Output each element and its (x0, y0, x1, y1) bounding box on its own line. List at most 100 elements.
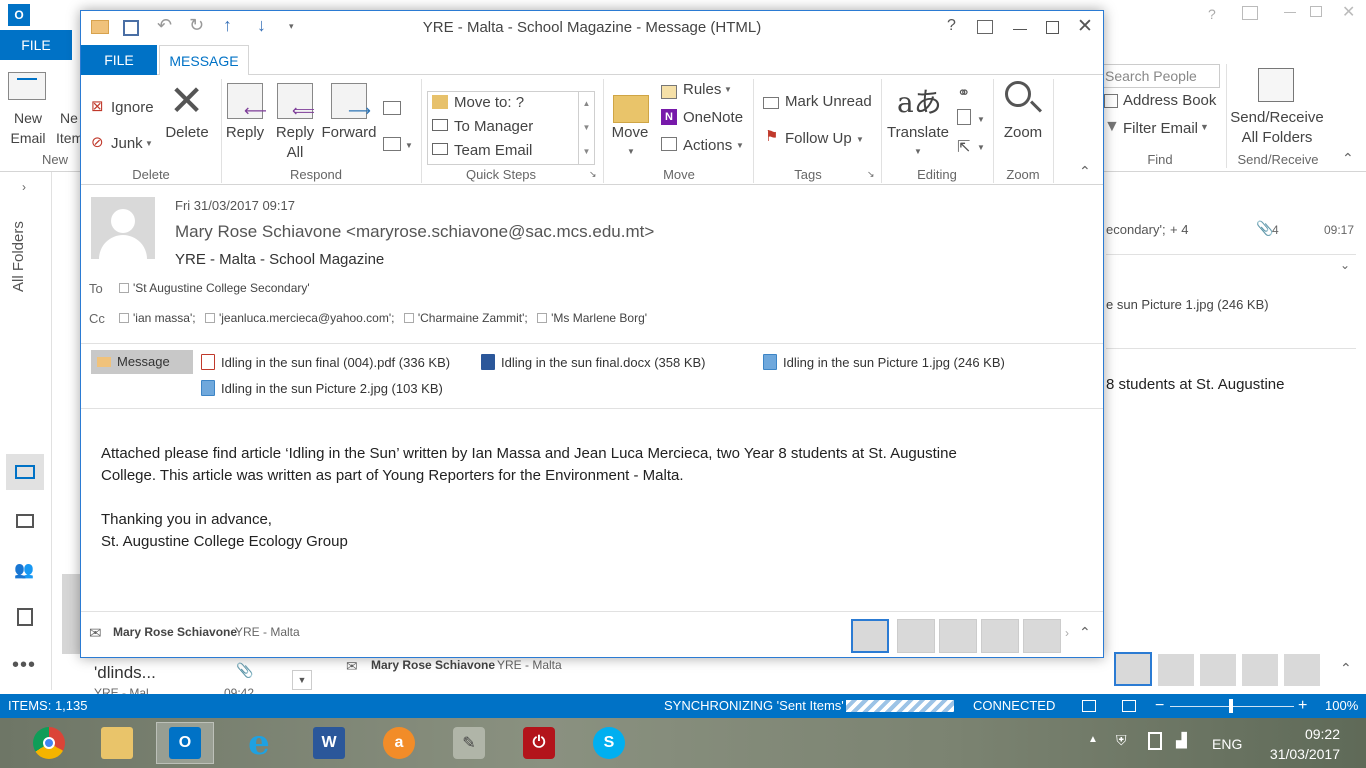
bg-people-avatar[interactable] (1284, 654, 1320, 686)
clock-time[interactable]: 09:22 (1270, 726, 1340, 742)
quick-step-move-to[interactable]: Move to: ? (454, 94, 524, 111)
signal-icon[interactable]: ▟ (1176, 732, 1187, 749)
reply-all-button[interactable]: Reply All (267, 123, 323, 163)
list-item-subject[interactable]: 'dlinds... (94, 663, 156, 683)
taskbar-outlook[interactable]: O (156, 722, 214, 764)
attachment-jpg-2[interactable]: Idling in the sun Picture 2.jpg (103 KB) (201, 380, 443, 396)
quick-step-team-email[interactable]: Team Email (454, 142, 532, 159)
find-icon[interactable]: ⚭ (957, 83, 970, 103)
address-book-button[interactable]: Address Book (1123, 92, 1216, 109)
normal-view-icon[interactable] (1082, 700, 1096, 712)
taskbar-skype[interactable]: S (580, 722, 638, 764)
scroll-down-button[interactable]: ▼ (292, 670, 312, 690)
search-people-input[interactable]: Search People (1100, 64, 1220, 88)
input-language[interactable]: ENG (1212, 736, 1242, 752)
taskbar-file-explorer[interactable] (88, 722, 146, 764)
new-items-button[interactable]: Ne Item (56, 108, 82, 148)
tasks-icon[interactable] (17, 608, 33, 626)
next-item-icon[interactable]: ↓ (257, 15, 266, 36)
taskbar-word[interactable]: W (300, 722, 358, 764)
restore-icon[interactable] (1310, 6, 1322, 17)
clock-date[interactable]: 31/03/2017 (1258, 746, 1340, 762)
new-email-button[interactable]: New Email (6, 108, 50, 148)
bg-people-avatar[interactable] (1242, 654, 1278, 686)
forward-button[interactable]: Forward (317, 123, 381, 143)
all-folders-label[interactable]: All Folders (10, 221, 27, 292)
attachment-jpg-1[interactable]: Idling in the sun Picture 1.jpg (246 KB) (763, 354, 1005, 370)
ribbon-display-icon[interactable] (1242, 6, 1258, 20)
bg-people-avatar[interactable] (1158, 654, 1194, 686)
collapse-ribbon-icon[interactable]: ⌃ (1079, 163, 1091, 180)
reply-button[interactable]: Reply (219, 123, 271, 143)
collapse-people-pane-icon[interactable]: ⌃ (1079, 624, 1091, 641)
ribbon-display-options-icon[interactable] (977, 20, 993, 34)
minimize-icon[interactable] (1284, 12, 1296, 13)
select-icon[interactable]: ⇱ (957, 137, 970, 157)
tray-security-icon[interactable]: ⛨ (1116, 732, 1127, 749)
mark-unread-button[interactable]: Mark Unread (785, 93, 872, 110)
people-pane-avatar[interactable] (939, 619, 977, 653)
redo-icon[interactable]: ↻ (189, 15, 204, 36)
zoom-in-icon[interactable]: + (1298, 694, 1307, 718)
save-icon[interactable] (123, 20, 139, 36)
battery-icon[interactable] (1148, 732, 1162, 750)
people-pane-avatar[interactable] (1023, 619, 1061, 653)
tags-launcher-icon[interactable]: ↘ (867, 169, 875, 180)
junk-button[interactable]: Junk (111, 135, 143, 152)
attachment-pdf[interactable]: Idling in the sun final (004).pdf (336 K… (201, 354, 450, 370)
delete-button[interactable]: Delete (159, 123, 215, 143)
zoom-button[interactable]: Zoom (997, 123, 1049, 143)
rules-button[interactable]: Rules (683, 81, 721, 98)
filter-email-button[interactable]: Filter Email (1123, 120, 1198, 137)
zoom-slider-thumb[interactable] (1229, 699, 1233, 713)
attachment-docx[interactable]: Idling in the sun final.docx (358 KB) (481, 354, 706, 370)
mail-nav-button[interactable] (6, 454, 44, 490)
message-from[interactable]: Mary Rose Schiavone <maryrose.schiavone@… (175, 222, 654, 242)
expand-header-icon[interactable]: ⌄ (1340, 258, 1350, 272)
taskbar-avast[interactable]: a (370, 722, 428, 764)
taskbar-tools[interactable]: ✎ (440, 722, 498, 764)
move-button[interactable]: Move (607, 123, 653, 143)
actions-button[interactable]: Actions (683, 137, 732, 154)
help-icon[interactable]: ? (947, 17, 956, 35)
taskbar-internet-explorer[interactable]: e (230, 722, 288, 764)
maximize-icon[interactable] (1046, 21, 1059, 34)
people-pane-name[interactable]: Mary Rose Schiavone (113, 625, 237, 639)
customize-qat-icon[interactable]: ▾ (289, 21, 294, 32)
taskbar-chrome[interactable] (20, 722, 78, 764)
previous-item-icon[interactable]: ↑ (223, 15, 232, 36)
message-attachment-tab[interactable]: Message (91, 350, 193, 374)
people-pane-next-icon[interactable]: › (1065, 626, 1069, 640)
cc-recipient[interactable]: 'ian massa'; (119, 311, 196, 325)
onenote-button[interactable]: OneNote (683, 109, 743, 126)
to-recipient[interactable]: 'St Augustine College Secondary' (119, 281, 310, 295)
people-pane-avatar[interactable] (851, 619, 889, 653)
main-file-tab[interactable]: FILE (0, 30, 72, 60)
cc-recipient[interactable]: 'jeanluca.mercieca@yahoo.com'; (204, 311, 394, 325)
people-pane-avatar[interactable] (897, 619, 935, 653)
collapse-ribbon-icon[interactable]: ⌃ (1342, 150, 1354, 167)
tab-message[interactable]: MESSAGE (159, 45, 249, 76)
message-body[interactable]: Attached please find article ‘Idling in … (101, 443, 1081, 553)
bg-people-avatar[interactable] (1114, 652, 1152, 686)
sender-avatar[interactable] (91, 197, 155, 259)
outlook-app-icon[interactable]: O (8, 4, 30, 26)
minimize-icon[interactable] (1013, 29, 1027, 30)
expand-folder-pane-icon[interactable]: › (22, 180, 26, 194)
tab-file[interactable]: FILE (81, 45, 157, 75)
more-nav-icon[interactable]: ••• (12, 654, 36, 677)
zoom-out-icon[interactable]: − (1155, 694, 1164, 718)
translate-button[interactable]: Translate (883, 123, 953, 143)
quick-steps-scroll[interactable]: ▲ ▼ ▼ (578, 92, 594, 164)
list-more-recipients[interactable]: + 4 (1170, 222, 1188, 237)
cc-recipient[interactable]: 'Ms Marlene Borg' (537, 311, 647, 325)
bg-people-avatar[interactable] (1200, 654, 1236, 686)
related-icon[interactable] (957, 109, 971, 125)
reading-view-icon[interactable] (1122, 700, 1136, 712)
follow-up-button[interactable]: Follow Up (785, 130, 852, 147)
close-icon[interactable]: ✕ (1342, 2, 1355, 22)
quick-step-to-manager[interactable]: To Manager (454, 118, 533, 135)
taskbar-power[interactable]: ⏻ (510, 722, 568, 764)
help-icon[interactable]: ? (1208, 6, 1216, 22)
collapse-people-pane-icon[interactable]: ⌃ (1340, 660, 1352, 677)
